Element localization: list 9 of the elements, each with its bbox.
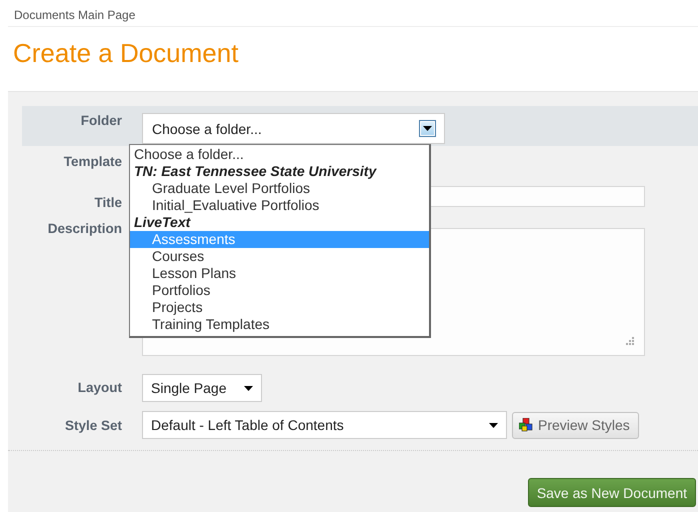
field-label: Description: [48, 220, 122, 238]
option-group-label: LiveText: [133, 214, 192, 231]
field-label: Folder: [80, 112, 122, 130]
field-label: Title: [94, 194, 122, 210]
page-heading: Create a Document: [13, 38, 240, 70]
field-label: Style Set: [64, 417, 122, 435]
field-label: Template: [64, 153, 122, 171]
field-label: Layout: [78, 379, 122, 397]
option-group-label: TN: East Tennessee State University: [133, 163, 378, 180]
